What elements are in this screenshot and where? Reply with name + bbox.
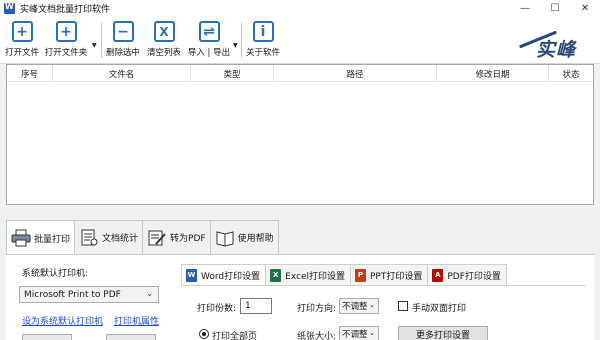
tab-pdf-settings-label: PDF打印设置 <box>447 271 501 282</box>
printer-properties-link[interactable]: 打印机属性 <box>114 314 159 327</box>
clear-icon: X <box>153 21 175 42</box>
open-file-label: 打开文件 <box>4 48 39 58</box>
more-print-settings-button[interactable]: 更多打印设置 <box>398 326 488 340</box>
open-file-button[interactable]: + 打开文件 <box>4 21 40 61</box>
import-export-icon: ⇌ <box>198 21 220 42</box>
column-header-filename[interactable]: 文件名 <box>53 65 191 82</box>
excel-icon: X <box>270 268 282 282</box>
column-header-path[interactable]: 路径 <box>274 65 437 82</box>
tab-word-settings-label: Word打印设置 <box>201 271 261 282</box>
printer-select-value: Microsoft Print to PDF <box>24 289 121 300</box>
column-header-status[interactable]: 状态 <box>549 65 593 82</box>
tab-document-stats-label: 文档统计 <box>102 234 139 244</box>
convert-pdf-icon <box>147 229 167 247</box>
more-print-settings-label: 更多打印设置 <box>415 330 470 340</box>
all-pages-radio[interactable] <box>199 329 209 339</box>
copies-label: 打印份数: <box>197 304 237 314</box>
print-settings-tabs: W Word打印设置 X Excel打印设置 P PPT打印设置 A PDF打印… <box>181 264 507 285</box>
chevron-down-icon: ⌄ <box>146 289 153 298</box>
tab-pdf-settings[interactable]: A PDF打印设置 <box>427 264 507 285</box>
tab-excel-settings[interactable]: X Excel打印设置 <box>265 264 351 285</box>
print-direction-select[interactable]: 不调整 ⌄ <box>339 298 379 314</box>
delete-selected-label: 删除选中 <box>105 48 140 58</box>
close-button[interactable]: ✕ <box>570 0 600 16</box>
add-folder-icon: + <box>55 21 77 42</box>
open-folder-button[interactable]: + 打开文件夹 <box>43 21 89 61</box>
printer-label: 系统默认打印机: <box>22 269 89 279</box>
title-bar: 实峰文档批量打印软件 — ☐ ✕ <box>0 0 600 16</box>
tab-help-label: 使用帮助 <box>237 234 274 244</box>
tab-ppt-settings[interactable]: P PPT打印设置 <box>349 264 429 285</box>
tab-ppt-settings-label: PPT打印设置 <box>369 271 423 282</box>
app-icon <box>4 2 15 14</box>
pdf-icon: A <box>432 268 444 282</box>
minimize-button[interactable]: — <box>510 0 540 16</box>
tab-word-settings[interactable]: W Word打印设置 <box>181 264 267 285</box>
tab-help[interactable]: 使用帮助 <box>209 220 279 254</box>
powerpoint-icon: P <box>354 268 366 282</box>
clear-list-label: 清空列表 <box>146 48 181 58</box>
open-folder-label: 打开文件夹 <box>44 48 88 58</box>
maximize-button[interactable]: ☐ <box>540 0 570 16</box>
column-header-modified[interactable]: 修改日期 <box>437 65 549 82</box>
print-direction-label: 打印方向: <box>297 304 337 314</box>
toolbar-separator <box>241 22 242 58</box>
main-tabs: 批量打印 文档统计 转为PDF 使用帮助 <box>6 220 279 255</box>
print-direction-value: 不调整 <box>342 302 368 312</box>
duplex-checkbox[interactable] <box>398 301 408 311</box>
window-title: 实峰文档批量打印软件 <box>20 4 111 15</box>
file-list[interactable]: 序号 文件名 类型 路径 修改日期 状态 <box>6 64 594 205</box>
word-icon: W <box>186 268 197 282</box>
tab-batch-print[interactable]: 批量打印 <box>6 220 76 255</box>
copies-input[interactable]: 1 <box>240 298 272 314</box>
help-icon <box>215 229 235 247</box>
tab-excel-settings-label: Excel打印设置 <box>285 271 345 282</box>
paper-size-value: 不调整 <box>342 330 368 340</box>
chevron-down-icon: ⌄ <box>369 329 375 337</box>
set-default-printer-link[interactable]: 设为系统默认打印机 <box>22 314 103 327</box>
all-pages-label: 打印全部页 <box>212 332 258 340</box>
duplex-label: 手动双面打印 <box>412 304 467 314</box>
panel-button[interactable] <box>106 334 156 340</box>
delete-selected-button[interactable]: − 删除选中 <box>104 21 142 61</box>
brand-text: 实峰 <box>535 39 576 61</box>
open-folder-dropdown-icon[interactable]: ▼ <box>92 42 97 49</box>
chevron-down-icon: ⌄ <box>369 301 375 309</box>
tab-convert-pdf[interactable]: 转为PDF <box>142 220 211 254</box>
import-export-button[interactable]: ⇌ 导入 | 导出 <box>185 21 233 61</box>
tab-document-stats[interactable]: 文档统计 <box>74 220 144 254</box>
column-header-index[interactable]: 序号 <box>7 65 53 82</box>
toolbar-separator <box>101 22 102 58</box>
tab-convert-pdf-label: 转为PDF <box>170 234 206 244</box>
paper-size-label: 纸张大小: <box>297 332 337 340</box>
toolbar: + 打开文件 + 打开文件夹 ▼ − 删除选中 X 清空列表 ⇌ 导入 | 导出… <box>0 16 600 64</box>
copies-value: 1 <box>245 301 251 311</box>
window-controls: — ☐ ✕ <box>510 0 600 16</box>
about-button[interactable]: i 关于软件 <box>244 21 282 61</box>
remove-icon: − <box>112 21 134 42</box>
clear-list-button[interactable]: X 清空列表 <box>145 21 183 61</box>
panel-button[interactable] <box>22 334 72 340</box>
printer-icon <box>11 229 31 247</box>
import-export-dropdown-icon[interactable]: ▼ <box>233 42 238 49</box>
column-header-type[interactable]: 类型 <box>191 65 274 82</box>
info-icon: i <box>252 21 274 42</box>
import-export-label: 导入 | 导出 <box>187 48 231 58</box>
about-label: 关于软件 <box>245 48 280 58</box>
add-file-icon: + <box>11 21 33 42</box>
printer-select[interactable]: Microsoft Print to PDF ⌄ <box>19 286 159 303</box>
paper-size-select[interactable]: 不调整 ⌄ <box>339 326 379 340</box>
file-list-header: 序号 文件名 类型 路径 修改日期 状态 <box>7 65 593 82</box>
tab-batch-print-label: 批量打印 <box>34 234 71 245</box>
document-stats-icon <box>79 229 99 247</box>
brand-logo: 实峰 <box>518 30 582 61</box>
